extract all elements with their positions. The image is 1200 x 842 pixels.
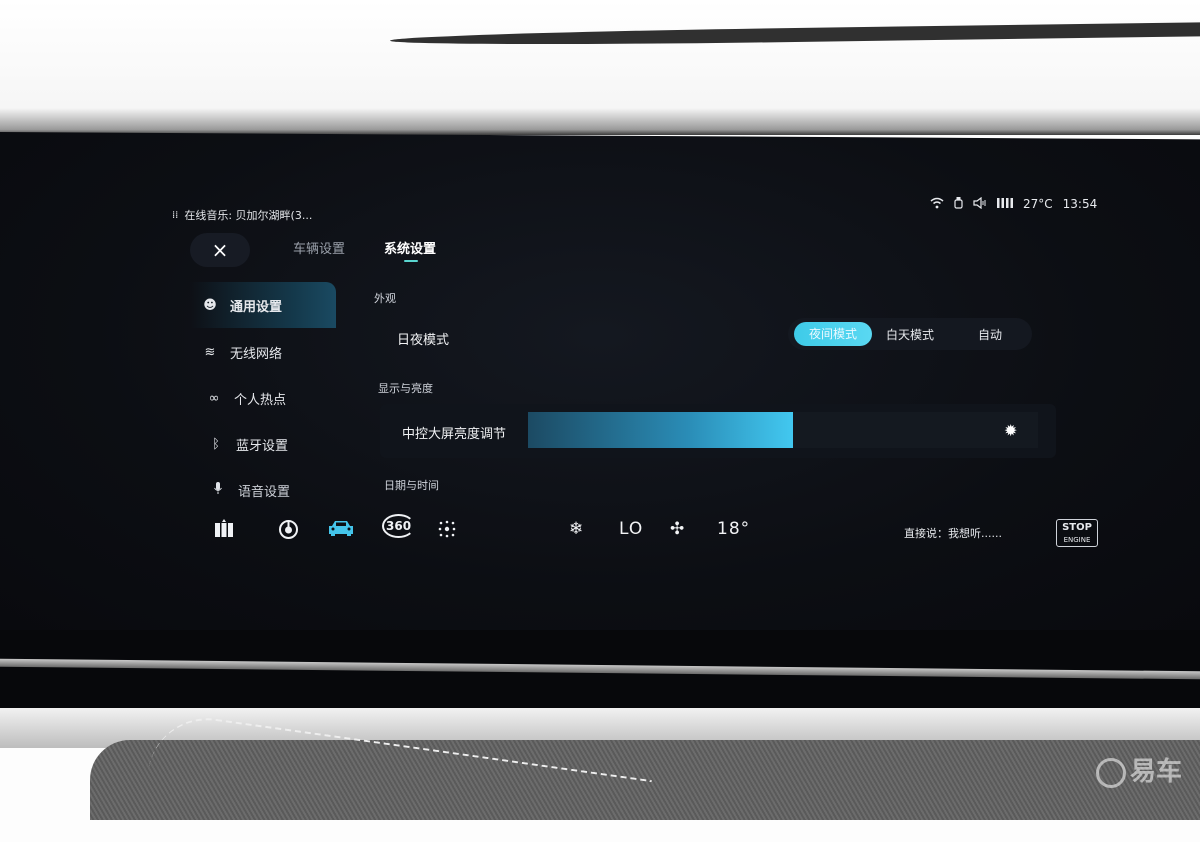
- car-icon[interactable]: [328, 519, 354, 541]
- stop-engine-line2: ENGINE: [1063, 536, 1091, 544]
- settings-ui: ⁞⁞ 在线音乐: 贝加尔湖畔(3... 27°C 13:54 × 车辆设置 系统…: [0, 0, 1200, 800]
- sidebar-item-bluetooth[interactable]: ᛒ 蓝牙设置: [196, 421, 342, 467]
- bluetooth-icon: ᛒ: [212, 436, 220, 452]
- ac-snowflake-icon[interactable]: ❄: [569, 519, 584, 539]
- status-bar-right: 27°C 13:54: [930, 196, 1097, 212]
- option-day-mode[interactable]: 白天模式: [870, 326, 950, 343]
- close-icon: ×: [211, 238, 229, 262]
- section-appearance: 外观: [374, 292, 396, 305]
- sidebar-item-general[interactable]: ☻ 通用设置: [190, 282, 336, 328]
- close-button[interactable]: ×: [190, 233, 250, 267]
- stop-engine-button[interactable]: STOP ENGINE: [1056, 519, 1098, 547]
- sidebar-item-label: 无线网络: [230, 346, 283, 362]
- option-night-mode[interactable]: 夜间模式: [794, 322, 872, 346]
- day-night-mode-label: 日夜模式: [397, 333, 450, 348]
- day-night-mode-selector: 夜间模式 白天模式 自动: [788, 318, 1032, 350]
- usb-icon: [954, 196, 963, 212]
- wifi-icon: ≋: [204, 344, 216, 360]
- wifi-icon: [930, 197, 944, 212]
- now-playing-text: 在线音乐: 贝加尔湖畔(3...: [184, 209, 313, 222]
- brightness-label: 中控大屏亮度调节: [402, 427, 507, 442]
- sidebar-item-label: 通用设置: [230, 299, 283, 315]
- sidebar-item-hotspot[interactable]: ∞ 个人热点: [194, 375, 340, 421]
- option-auto[interactable]: 自动: [950, 326, 1030, 343]
- passenger-temperature[interactable]: 18°: [717, 519, 750, 539]
- grid-dots-icon[interactable]: [437, 519, 457, 543]
- sun-icon: ✹: [1004, 421, 1018, 440]
- tab-vehicle-settings[interactable]: 车辆设置: [293, 238, 345, 257]
- camera-360-icon[interactable]: 360: [382, 514, 416, 538]
- music-bars-icon: ⁞⁞: [172, 209, 179, 221]
- stop-engine-line1: STOP: [1062, 522, 1092, 533]
- brightness-slider-fill[interactable]: [528, 412, 794, 448]
- section-date-time: 日期与时间: [384, 479, 439, 492]
- section-display-brightness: 显示与亮度: [378, 382, 433, 395]
- sidebar-item-label: 个人热点: [234, 392, 287, 408]
- sidebar-item-wifi[interactable]: ≋ 无线网络: [190, 329, 336, 375]
- sidebar-item-label: 语音设置: [238, 484, 291, 500]
- signal-icon: [997, 197, 1013, 211]
- microphone-icon: [204, 482, 232, 498]
- power-timer-icon[interactable]: [278, 519, 299, 544]
- camera-360-glyph: 360: [382, 514, 416, 538]
- now-playing[interactable]: ⁞⁞ 在线音乐: 贝加尔湖畔(3...: [172, 207, 312, 223]
- sidebar-item-voice[interactable]: 语音设置: [198, 467, 344, 513]
- clock: 13:54: [1062, 197, 1098, 211]
- brightness-slider[interactable]: [528, 412, 1038, 448]
- voice-prompt[interactable]: 直接说：我想听......: [904, 525, 1002, 541]
- link-icon: ∞: [208, 390, 220, 406]
- tab-system-settings[interactable]: 系统设置: [384, 238, 436, 257]
- sidebar-item-label: 蓝牙设置: [236, 438, 289, 454]
- driver-temperature[interactable]: LO: [619, 519, 643, 539]
- outside-temperature: 27°C: [1023, 197, 1053, 211]
- volume-icon: [973, 196, 987, 212]
- active-tab-indicator: [404, 260, 418, 262]
- apps-icon[interactable]: [214, 519, 234, 541]
- general-icon: ☻: [203, 297, 217, 313]
- fan-icon[interactable]: ✣: [670, 519, 685, 539]
